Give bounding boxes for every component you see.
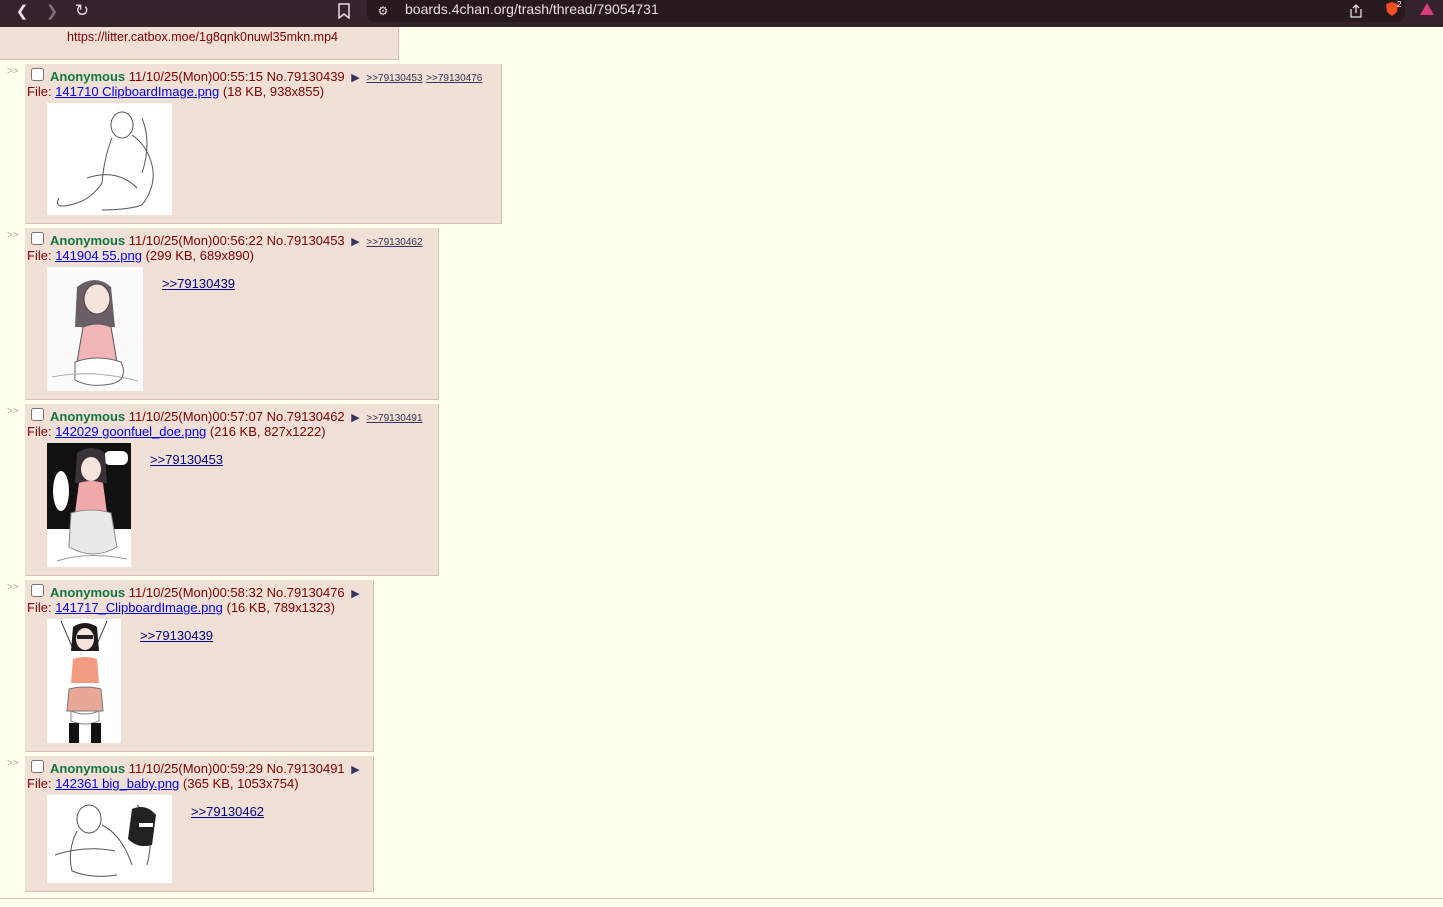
file-link[interactable]: 141904 55.png — [55, 248, 142, 263]
previous-reply: https://litter.catbox.moe/1g8qnk0nuwl35m… — [0, 27, 399, 60]
file-info: File: 141710 ClipboardImage.png (18 KB, … — [27, 84, 324, 99]
browser-toolbar: ❮ ❯ ↻ ⚙ boards.4chan.org/trash/thread/79… — [0, 0, 1443, 27]
backlink[interactable]: >>79130491 — [366, 413, 422, 424]
file-label: File: — [27, 424, 52, 439]
post-thumbnail[interactable] — [47, 619, 121, 743]
bookmark-icon[interactable] — [334, 0, 354, 22]
post-thumbnail[interactable] — [47, 795, 172, 883]
file-label: File: — [27, 776, 52, 791]
site-settings-icon[interactable]: ⚙ — [375, 0, 391, 22]
file-meta: (299 KB, 689x890) — [145, 248, 254, 263]
file-label: File: — [27, 600, 52, 615]
reply-marker: >> — [7, 230, 19, 241]
file-info: File: 141904 55.png (299 KB, 689x890) — [27, 248, 254, 263]
file-meta: (365 KB, 1053x754) — [182, 776, 299, 791]
file-meta: (18 KB, 938x855) — [222, 84, 325, 99]
post-number[interactable]: No.79130462 — [267, 409, 345, 424]
reload-icon[interactable]: ↻ — [72, 0, 92, 22]
address-bar[interactable]: ⚙ boards.4chan.org/trash/thread/79054731 — [367, 0, 1405, 22]
post-menu-icon[interactable]: ▶ — [351, 764, 359, 776]
file-link[interactable]: 141710 ClipboardImage.png — [55, 84, 219, 99]
post-checkbox[interactable] — [31, 584, 44, 597]
share-icon[interactable] — [1347, 0, 1365, 22]
backlink[interactable]: >>79130453 — [366, 73, 422, 84]
poster-name: Anonymous — [50, 69, 126, 84]
file-meta: (216 KB, 827x1222) — [209, 424, 326, 439]
poster-name: Anonymous — [50, 409, 126, 424]
file-info: File: 142361 big_baby.png (365 KB, 1053x… — [27, 776, 299, 791]
reply-post: Anonymous 11/10/25(Mon)00:57:07 No.79130… — [25, 404, 439, 576]
file-link[interactable]: 142361 big_baby.png — [55, 776, 179, 791]
post-datetime: 11/10/25(Mon)00:59:29 — [128, 761, 263, 776]
post-info: Anonymous 11/10/25(Mon)00:58:32 No.79130… — [50, 585, 360, 600]
post-thumbnail[interactable] — [47, 267, 143, 391]
post-datetime: 11/10/25(Mon)00:58:32 — [128, 585, 263, 600]
file-link[interactable]: 141717_ClipboardImage.png — [55, 600, 223, 615]
file-meta: (16 KB, 789x1323) — [226, 600, 335, 615]
file-label: File: — [27, 248, 52, 263]
post-checkbox[interactable] — [31, 408, 44, 421]
post-thumbnail[interactable] — [47, 443, 131, 567]
post-info: Anonymous 11/10/25(Mon)00:55:15 No.79130… — [50, 69, 482, 84]
post-datetime: 11/10/25(Mon)00:56:22 — [128, 233, 263, 248]
post-menu-icon[interactable]: ▶ — [351, 412, 359, 424]
post-quote[interactable]: >>79130439 — [162, 276, 235, 291]
reply-marker: >> — [7, 758, 19, 769]
post-menu-icon[interactable]: ▶ — [351, 236, 359, 248]
extensions-badge: 2 — [1397, 0, 1402, 9]
post-menu-icon[interactable]: ▶ — [351, 72, 359, 84]
post-info: Anonymous 11/10/25(Mon)00:57:07 No.79130… — [50, 409, 423, 424]
poster-name: Anonymous — [50, 585, 126, 600]
post-menu-icon[interactable]: ▶ — [351, 588, 359, 600]
reply-post: Anonymous 11/10/25(Mon)00:59:29 No.79130… — [25, 756, 374, 892]
post-quote[interactable]: >>79130439 — [140, 628, 213, 643]
forward-icon[interactable]: ❯ — [42, 0, 62, 22]
file-link[interactable]: 142029 goonfuel_doe.png — [55, 424, 206, 439]
post-thumbnail[interactable] — [47, 103, 172, 215]
backlink[interactable]: >>79130462 — [366, 237, 422, 248]
post-datetime: 11/10/25(Mon)00:57:07 — [128, 409, 263, 424]
post-checkbox[interactable] — [31, 760, 44, 773]
reply-post: Anonymous 11/10/25(Mon)00:55:15 No.79130… — [25, 64, 502, 224]
reply-post: Anonymous 11/10/25(Mon)00:58:32 No.79130… — [25, 580, 374, 752]
reply-marker: >> — [7, 406, 19, 417]
back-icon[interactable]: ❮ — [12, 0, 32, 22]
reply-post: Anonymous 11/10/25(Mon)00:56:22 No.79130… — [25, 228, 439, 400]
file-info: File: 141717_ClipboardImage.png (16 KB, … — [27, 600, 335, 615]
post-quote[interactable]: >>79130462 — [191, 804, 264, 819]
backlink[interactable]: >>79130476 — [426, 73, 482, 84]
poster-name: Anonymous — [50, 233, 126, 248]
post-checkbox[interactable] — [31, 68, 44, 81]
catbox-link[interactable]: https://litter.catbox.moe/1g8qnk0nuwl35m… — [67, 30, 338, 44]
file-label: File: — [27, 84, 52, 99]
post-checkbox[interactable] — [31, 232, 44, 245]
page-divider — [0, 898, 1443, 899]
post-number[interactable]: No.79130439 — [267, 69, 345, 84]
post-number[interactable]: No.79130476 — [267, 585, 345, 600]
file-info: File: 142029 goonfuel_doe.png (216 KB, 8… — [27, 424, 326, 439]
post-number[interactable]: No.79130453 — [267, 233, 345, 248]
brave-rewards-icon[interactable] — [1419, 1, 1434, 17]
post-number[interactable]: No.79130491 — [267, 761, 345, 776]
reply-marker: >> — [7, 582, 19, 593]
post-info: Anonymous 11/10/25(Mon)00:56:22 No.79130… — [50, 233, 423, 248]
url-text[interactable]: boards.4chan.org/trash/thread/79054731 — [405, 0, 659, 18]
post-datetime: 11/10/25(Mon)00:55:15 — [128, 69, 263, 84]
post-info: Anonymous 11/10/25(Mon)00:59:29 No.79130… — [50, 761, 360, 776]
post-quote[interactable]: >>79130453 — [150, 452, 223, 467]
reply-marker: >> — [7, 66, 19, 77]
poster-name: Anonymous — [50, 761, 126, 776]
